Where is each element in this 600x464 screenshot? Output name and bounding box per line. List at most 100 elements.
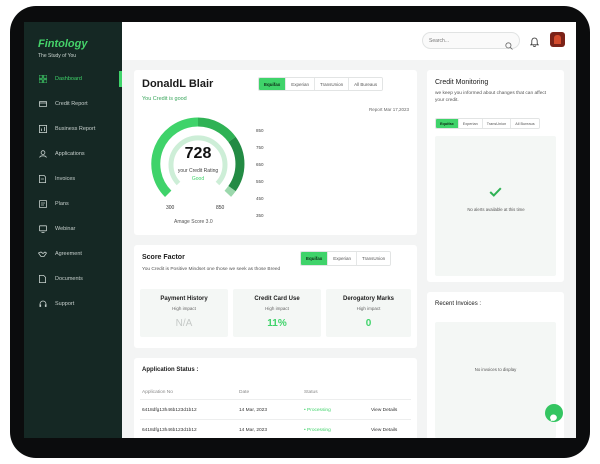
tab-all-bureaus[interactable]: All Bureaus [349, 78, 383, 90]
scale-label: 750 [256, 145, 264, 150]
chat-icon [550, 409, 558, 427]
tab-experian[interactable]: Experian [328, 252, 358, 265]
range-max: 850 [216, 205, 225, 211]
tab-transunion[interactable]: TransUnion [315, 78, 350, 90]
sidebar-item-label: Dashboard [55, 76, 82, 82]
factor-title: Derogatory Marks [342, 296, 395, 302]
range-min: 300 [166, 205, 175, 211]
factor-value: N/A [175, 318, 193, 329]
table-divider [140, 399, 411, 400]
application-id: 6418dfg13h46b123d1b12 [142, 408, 197, 413]
sidebar-item-label: Webinar [55, 226, 76, 232]
factor-title: Payment History [160, 296, 208, 302]
scale-label: 650 [256, 162, 264, 167]
active-indicator [119, 71, 122, 87]
sidebar-item-webinar[interactable]: Webinar [24, 221, 122, 237]
score-factor-card: Score Factor You Credit is Positive Mind… [134, 245, 417, 348]
tab-experian[interactable]: Experian [286, 78, 316, 90]
view-details-link[interactable]: View Details [371, 428, 397, 433]
chart-icon [38, 125, 47, 134]
recent-invoices-card: Recent Invoices : No invoices to display [427, 292, 564, 438]
factor-impact: High impact [172, 306, 196, 311]
bell-icon[interactable] [529, 34, 540, 52]
sidebar-item-label: Credit Report [55, 101, 88, 107]
tab-equifax[interactable]: Equifax [436, 119, 459, 128]
application-date: 14 Mar, 2023 [239, 408, 268, 413]
invoice-icon [38, 175, 47, 184]
user-icon [38, 150, 47, 159]
report-date: Report Mar 17,2023 [368, 107, 409, 112]
tab-experian[interactable]: Experian [458, 119, 483, 128]
bureau-tabs: Equifax Experian TransUnion All Bureaus [258, 77, 384, 91]
invoices-panel: No invoices to display [435, 322, 556, 438]
webinar-icon [38, 225, 47, 234]
alerts-empty-message: No alerts available at this time [467, 207, 525, 212]
search-placeholder: Search... [429, 38, 450, 44]
scale-label: 850 [256, 128, 264, 133]
score-factor-title: Score Factor [142, 254, 185, 261]
column-header: Application No [142, 390, 173, 395]
view-details-link[interactable]: View Details [371, 408, 397, 413]
sidebar-item-label: Business Report [55, 126, 96, 132]
factor-value: 0 [365, 318, 372, 329]
scale-label: 350 [256, 213, 264, 218]
sidebar-item-business-report[interactable]: Business Report [24, 121, 122, 137]
sidebar-item-plans[interactable]: Plans [24, 196, 122, 212]
app-screen: Fintology The Study of You Dashboard Cre… [24, 22, 576, 438]
monitoring-tabs: Equifax Experian TransUnion All Bureaus [435, 118, 540, 129]
profile-name: DonaldL Blair [142, 78, 214, 90]
sidebar-item-label: Plans [55, 201, 69, 207]
tab-transunion[interactable]: TransUnion [357, 252, 391, 265]
factor-credit-card-use: Credit Card Use High impact 11% [233, 289, 321, 337]
score-factor-description: You Credit is Positive Mindset one those… [142, 267, 281, 272]
factor-impact: High impact [356, 306, 381, 311]
alerts-panel: No alerts available at this time [435, 136, 556, 276]
scale-label: 550 [256, 179, 264, 184]
tab-equifax[interactable]: Equifax [259, 78, 287, 90]
sidebar: Fintology The Study of You Dashboard Cre… [24, 22, 122, 438]
sidebar-item-dashboard[interactable]: Dashboard [24, 71, 122, 87]
recent-invoices-title: Recent Invoices : [435, 301, 482, 307]
average-score: Amage Score 3.0 [174, 219, 213, 225]
headset-icon [38, 300, 47, 309]
application-status: • Processing [304, 408, 331, 413]
credit-monitoring-description: we keep you informed about changes that … [435, 91, 547, 103]
sidebar-item-label: Agreement [55, 251, 82, 257]
column-header: Status [304, 390, 318, 395]
credit-score-card: DonaldL Blair You Credit is good Equifax… [134, 70, 417, 235]
profile-subtitle: You Credit is good [142, 96, 187, 102]
chat-button[interactable] [545, 404, 563, 422]
factor-derogatory-marks: Derogatory Marks High impact 0 [326, 289, 411, 337]
sidebar-item-label: Applications [55, 151, 85, 157]
tab-transunion[interactable]: TransUnion [482, 119, 512, 128]
avatar[interactable] [550, 32, 565, 47]
tab-equifax[interactable]: Equifax [301, 252, 329, 265]
score-label: your Credit Rating [177, 168, 219, 174]
tab-all-bureaus[interactable]: All Bureaus [511, 119, 539, 128]
factor-payment-history: Payment History High impact N/A [140, 289, 228, 337]
dashboard-icon [38, 75, 47, 84]
factor-impact: High impact [265, 306, 289, 311]
factor-title: Credit Card Use [254, 296, 300, 302]
application-status-title: Application Status : [142, 367, 199, 373]
application-status: • Processing [304, 428, 331, 433]
factor-value: 11% [267, 318, 287, 329]
application-status-card: Application Status : Application No Date… [134, 358, 417, 438]
document-icon [38, 275, 47, 284]
brand-logo: Fintology [38, 38, 88, 50]
top-bar: Search... [122, 22, 576, 60]
sidebar-item-agreement[interactable]: Agreement [24, 246, 122, 262]
score-gauge [151, 117, 245, 197]
brand-tagline: The Study of You [38, 53, 77, 59]
credit-monitoring-card: Credit Monitoring we keep you informed a… [427, 70, 564, 282]
handshake-icon [38, 250, 47, 259]
search-input[interactable]: Search... [422, 32, 520, 50]
sidebar-item-applications[interactable]: Applications [24, 146, 122, 162]
sidebar-item-support[interactable]: Support [24, 296, 122, 312]
sidebar-item-label: Documents [55, 276, 83, 282]
invoices-empty-message: No invoices to display [474, 367, 517, 372]
sidebar-item-documents[interactable]: Documents [24, 271, 122, 287]
sidebar-item-invoices[interactable]: Invoices [24, 171, 122, 187]
search-icon[interactable] [505, 37, 513, 55]
sidebar-item-credit-report[interactable]: Credit Report [24, 96, 122, 112]
